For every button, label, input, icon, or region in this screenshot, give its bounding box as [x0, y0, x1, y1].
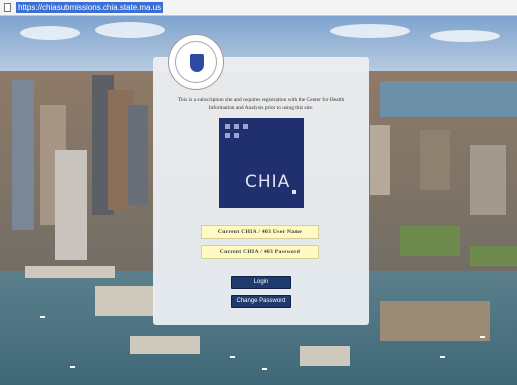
url-text[interactable]: https://chiasubmissions.chia.state.ma.us	[16, 2, 164, 13]
intro-text: This is a subscription site and requires…	[177, 97, 345, 111]
login-button[interactable]: Login	[231, 276, 291, 289]
state-seal-icon	[168, 34, 224, 90]
address-bar[interactable]: https://chiasubmissions.chia.state.ma.us	[0, 0, 517, 16]
page-icon	[4, 3, 11, 12]
password-field[interactable]: Current CHIA / 403 Password	[201, 245, 319, 259]
logo-text: CHIA	[245, 172, 291, 192]
chia-logo: CHIA	[219, 118, 304, 208]
change-password-button[interactable]: Change Password	[231, 295, 291, 308]
username-field[interactable]: Current CHIA / 403 User Name	[201, 225, 319, 239]
